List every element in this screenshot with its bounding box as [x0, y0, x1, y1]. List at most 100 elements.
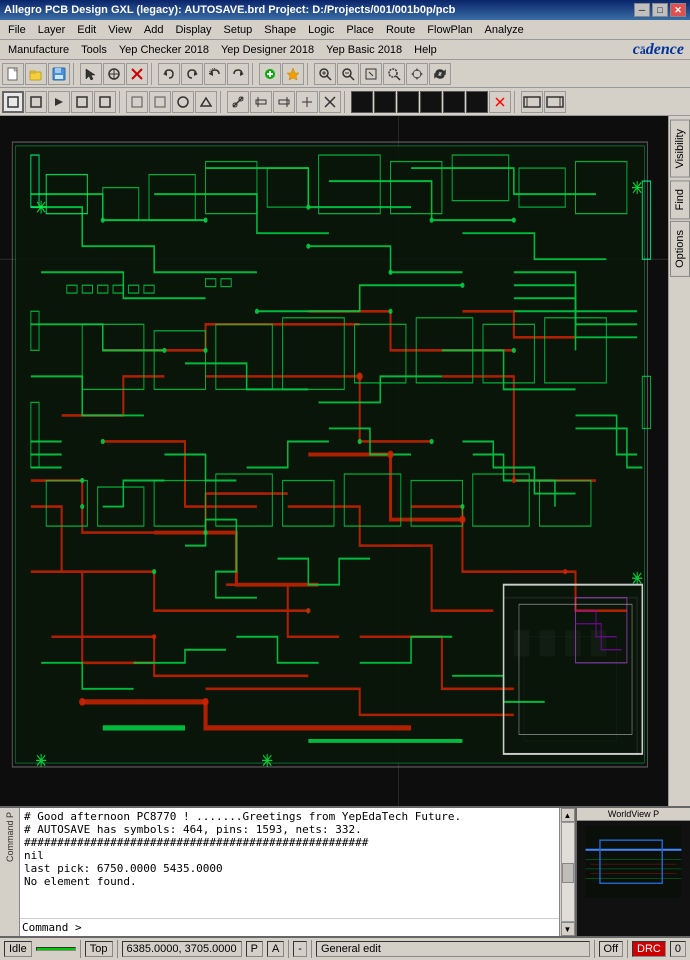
- title-bar: Allegro PCB Design GXL (legacy): AUTOSAV…: [0, 0, 690, 20]
- toolbar2-separator-2: [220, 91, 224, 113]
- zoom-fit-button[interactable]: [360, 63, 382, 85]
- toolbar-1: [0, 60, 690, 88]
- tb2-btn-20[interactable]: [466, 91, 488, 113]
- console-input[interactable]: [84, 921, 557, 934]
- zoom-out-button[interactable]: [337, 63, 359, 85]
- console-row: Command P # Good afternoon PC8770 ! ....…: [0, 806, 690, 936]
- console-line-6: No element found.: [24, 875, 555, 888]
- undo-button[interactable]: [158, 63, 180, 85]
- console-main: # Good afternoon PC8770 ! .......Greetin…: [20, 808, 559, 936]
- options-tab[interactable]: Options: [670, 221, 690, 277]
- menu-analyze[interactable]: Analyze: [479, 22, 530, 38]
- maximize-button[interactable]: □: [652, 3, 668, 17]
- tb2-btn-11[interactable]: [250, 91, 272, 113]
- status-divider-5: [594, 940, 595, 958]
- scroll-thumb[interactable]: [562, 863, 574, 883]
- worldview-label: WorldView P: [577, 808, 690, 821]
- menu-add[interactable]: Add: [138, 22, 170, 38]
- tb2-frame-2[interactable]: [544, 91, 566, 113]
- tb2-btn-10[interactable]: [227, 91, 249, 113]
- menu-view[interactable]: View: [102, 22, 138, 38]
- pan-button[interactable]: [406, 63, 428, 85]
- pcb-canvas[interactable]: [0, 116, 668, 806]
- app-window: Allegro PCB Design GXL (legacy): AUTOSAV…: [0, 0, 690, 960]
- menu-layer[interactable]: Layer: [32, 22, 72, 38]
- menu-manufacture[interactable]: Manufacture: [2, 42, 75, 58]
- tb2-btn-16[interactable]: [374, 91, 396, 113]
- save-button[interactable]: [48, 63, 70, 85]
- tb2-btn-13[interactable]: [296, 91, 318, 113]
- visibility-tab[interactable]: Visibility: [670, 120, 690, 178]
- menu-help[interactable]: Help: [408, 42, 443, 58]
- tb2-btn-12[interactable]: [273, 91, 295, 113]
- close-button[interactable]: ✕: [670, 3, 686, 17]
- snap-button[interactable]: [103, 63, 125, 85]
- select-button[interactable]: [80, 63, 102, 85]
- menu-display[interactable]: Display: [169, 22, 217, 38]
- menu-setup[interactable]: Setup: [218, 22, 259, 38]
- toolbar-separator-3: [252, 63, 256, 85]
- open-button[interactable]: [25, 63, 47, 85]
- find-tab[interactable]: Find: [670, 180, 690, 219]
- status-divider-3: [288, 940, 289, 958]
- tb2-btn-6[interactable]: [126, 91, 148, 113]
- new-button[interactable]: [2, 63, 24, 85]
- console-output[interactable]: # Good afternoon PC8770 ! .......Greetin…: [20, 808, 559, 918]
- tb2-btn-14[interactable]: [319, 91, 341, 113]
- toolbar2-separator-4: [514, 91, 518, 113]
- scroll-track[interactable]: [561, 822, 575, 922]
- tb2-btn-7[interactable]: [149, 91, 171, 113]
- add-connect-button[interactable]: [259, 63, 281, 85]
- tb2-btn-15[interactable]: [351, 91, 373, 113]
- tb2-btn-18[interactable]: [420, 91, 442, 113]
- scroll-up-arrow[interactable]: ▲: [561, 808, 575, 822]
- menu-tools[interactable]: Tools: [75, 42, 113, 58]
- tb2-btn-5[interactable]: [94, 91, 116, 113]
- tb2-btn-3[interactable]: [48, 91, 70, 113]
- toolbar-separator-4: [307, 63, 311, 85]
- undo-all-button[interactable]: [204, 63, 226, 85]
- redo-button[interactable]: [181, 63, 203, 85]
- tb2-btn-8[interactable]: [172, 91, 194, 113]
- menu-edit[interactable]: Edit: [71, 22, 102, 38]
- status-indicator: [36, 947, 76, 951]
- status-bar: Idle Top 6385.0000, 3705.0000 P A - Gene…: [0, 936, 690, 960]
- status-p: P: [246, 941, 263, 957]
- status-drc[interactable]: DRC: [632, 941, 666, 957]
- menu-yep-checker[interactable]: Yep Checker 2018: [113, 42, 215, 58]
- zoom-selection-button[interactable]: [383, 63, 405, 85]
- tb2-frame-1[interactable]: [521, 91, 543, 113]
- drc-error-button[interactable]: [489, 91, 511, 113]
- menu-file[interactable]: File: [2, 22, 32, 38]
- zoom-in-button[interactable]: [314, 63, 336, 85]
- menu-bar-1: File Layer Edit View Add Display Setup S…: [0, 20, 690, 40]
- pin-button[interactable]: [282, 63, 304, 85]
- scroll-down-arrow[interactable]: ▼: [561, 922, 575, 936]
- refresh-button[interactable]: [429, 63, 451, 85]
- tb2-btn-9[interactable]: [195, 91, 217, 113]
- menu-route[interactable]: Route: [380, 22, 421, 38]
- worldview-canvas[interactable]: [577, 821, 690, 936]
- minimize-button[interactable]: ─: [634, 3, 650, 17]
- menu-shape[interactable]: Shape: [258, 22, 302, 38]
- status-idle: Idle: [4, 941, 32, 957]
- tb2-btn-1[interactable]: [2, 91, 24, 113]
- console-line-1: # Good afternoon PC8770 ! .......Greetin…: [24, 810, 555, 823]
- menu-logic[interactable]: Logic: [302, 22, 340, 38]
- console-scrollbar: ▲ ▼: [559, 808, 575, 936]
- tb2-btn-2[interactable]: [25, 91, 47, 113]
- menu-yep-designer[interactable]: Yep Designer 2018: [215, 42, 320, 58]
- redo-all-button[interactable]: [227, 63, 249, 85]
- toolbar-separator-2: [151, 63, 155, 85]
- menu-flowplan[interactable]: FlowPlan: [421, 22, 478, 38]
- console-input-row: Command >: [20, 918, 559, 936]
- menu-yep-basic[interactable]: Yep Basic 2018: [320, 42, 408, 58]
- menu-place[interactable]: Place: [340, 22, 380, 38]
- tb2-btn-19[interactable]: [443, 91, 465, 113]
- status-layer[interactable]: Top: [85, 941, 113, 957]
- tb2-btn-4[interactable]: [71, 91, 93, 113]
- console-line-5: last pick: 6750.0000 5435.0000: [24, 862, 555, 875]
- delete-button[interactable]: [126, 63, 148, 85]
- console-line-4: nil: [24, 849, 555, 862]
- tb2-btn-17[interactable]: [397, 91, 419, 113]
